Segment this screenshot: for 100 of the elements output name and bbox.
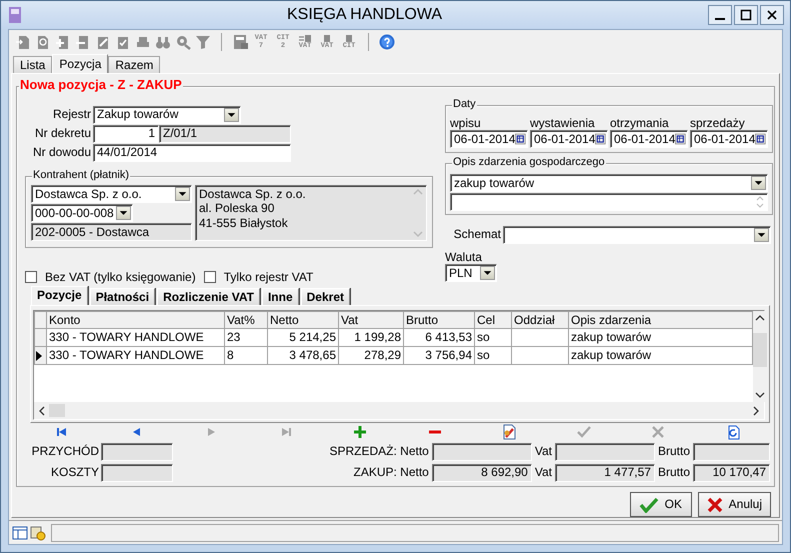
tax-id-combo[interactable]: 000-00-00-008 [31,204,133,222]
total-label: KOSZTY [50,465,100,480]
column-header: Konto [46,312,224,328]
scroll-left-icon[interactable] [37,406,45,416]
table-cell: 5 214,25 [268,328,338,346]
maximize-button[interactable] [734,5,758,25]
app-icon [7,6,23,24]
column-header: Vat% [224,312,268,328]
dropdown-button[interactable] [754,228,769,242]
remove-document-icon[interactable] [75,34,91,50]
dropdown-button[interactable] [480,266,495,280]
table-cell: so [474,346,512,364]
table-cell: 8 [224,346,268,364]
document-icon[interactable] [15,34,31,50]
total-label: Brutto [656,444,691,459]
ok-button[interactable]: OK [630,492,692,517]
calendar-icon[interactable] [675,132,686,146]
total-label: ZAKUP: Netto [354,465,430,480]
calendar-icon[interactable] [755,132,766,146]
table-cell: 23 [224,328,268,346]
register-combo[interactable]: Zakup towarów [93,106,241,124]
scroll-up-icon[interactable] [755,313,765,321]
scroll-thumb[interactable] [753,333,767,367]
minimize-icon [715,18,725,20]
tab[interactable]: Pozycje [31,286,88,305]
edit-document-icon[interactable] [501,424,518,440]
vertical-scrollbar[interactable] [753,311,767,402]
section-title: Nowa pozycja - Z - ZAKUP [19,77,183,93]
window-title: KSIĘGA HANDLOWA [286,5,443,25]
date-field[interactable]: 06-01-2014 [530,130,608,148]
date-label: sprzedaży [690,116,746,130]
table-cell: 330 - TOWARY HANDLOWE [46,346,224,364]
combo-value: Zakup towarów [97,107,178,122]
table-cell: 3 478,65 [268,346,338,364]
plus-icon[interactable] [352,424,368,440]
tab[interactable]: Razem [108,56,160,73]
tab[interactable]: Dekret [300,288,350,305]
scheme-combo[interactable] [503,226,771,244]
tab[interactable]: Pozycja [52,54,108,73]
dropdown-button[interactable] [116,206,131,220]
tab[interactable]: Lista [13,56,52,73]
binoculars-icon[interactable] [155,34,171,50]
total-field: 8 692,90 [432,464,532,482]
check-icon [638,496,659,512]
contractor-combo[interactable]: Dostawca Sp. z o.o. [31,185,192,203]
group-legend: Daty [452,98,477,112]
cross-icon [706,496,723,512]
number-field[interactable]: 1 [93,124,159,142]
description-combo[interactable]: zakup towarów [450,174,768,192]
group-legend: Opis zdarzenia gospodarczego [452,156,606,170]
date-field[interactable]: 06-01-2014 [690,130,768,148]
scroll-down-icon[interactable] [755,392,765,400]
document-icon[interactable] [35,34,51,50]
date-field[interactable]: 06-01-2014 [610,130,688,148]
checkbox[interactable] [204,270,216,283]
horizontal-scrollbar[interactable] [34,402,764,419]
total-label: Brutto [656,465,691,480]
calendar-icon[interactable] [595,132,606,146]
tab[interactable]: Płatności [90,288,156,305]
scroll-right-icon[interactable] [753,406,761,416]
column-header: Oddział [512,312,568,328]
print-icon[interactable] [135,34,151,50]
total-field [101,442,173,460]
column-header: Cel [474,312,512,328]
filter-icon[interactable] [195,34,211,50]
field-label: Nr dowodu [32,145,92,160]
total-label: SPRZEDAŻ: Netto [330,444,430,459]
calendar-icon[interactable] [515,132,526,146]
tab[interactable]: Inne [262,288,299,305]
close-icon [766,9,778,21]
column-header: Brutto [404,312,474,328]
help-icon[interactable] [379,34,395,50]
check-document-icon[interactable] [115,34,131,50]
calculator-icon[interactable] [232,34,248,50]
dropdown-button[interactable] [175,187,190,201]
minimize-button[interactable] [708,5,732,25]
total-label: Vat [534,444,553,459]
cancel-button[interactable]: Anuluj [698,492,771,517]
date-value: 06-01-2014 [534,132,596,147]
checkbox-label: Bez VAT (tylko księgowanie) [45,270,196,284]
account-field: 202-0005 - Dostawca [31,223,192,241]
document-number-field[interactable]: 44/01/2014 [93,144,291,162]
table-icon[interactable] [12,524,28,540]
close-button[interactable] [760,5,784,25]
dropdown-button[interactable] [751,176,766,190]
block-icon [343,34,355,42]
combo-value: zakup towarów [454,176,534,190]
total-label: PRZYCHÓD [30,444,100,459]
date-field[interactable]: 06-01-2014 [450,130,528,148]
checkbox[interactable] [25,270,37,283]
add-document-icon[interactable] [55,34,71,50]
column-header: Opis zdarzenia [568,312,752,328]
table-cell: 3 756,94 [404,346,474,364]
currency-combo[interactable]: PLN [445,264,497,282]
edit-document-icon[interactable] [95,34,111,50]
notes-field[interactable] [450,193,768,211]
table-cell: 1 199,28 [338,328,404,346]
table-cell: so [474,328,512,346]
tab[interactable]: Rozliczenie VAT [157,288,260,305]
dropdown-button[interactable] [224,108,239,122]
